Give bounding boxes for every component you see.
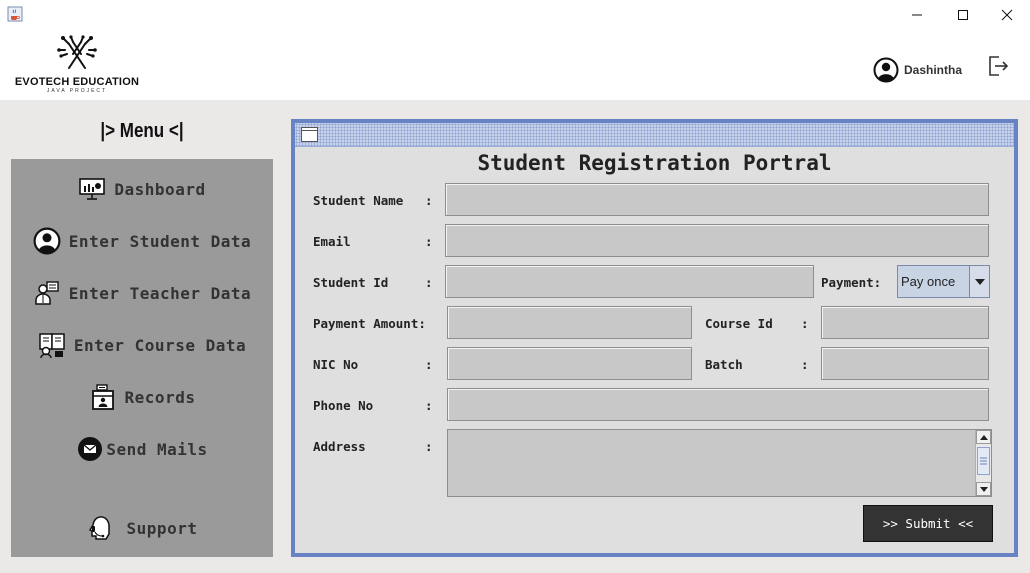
main-area: |> Menu <| Dashboard Enter Student Data … (0, 100, 1030, 573)
sidebar-item-label: Support (126, 518, 198, 538)
minimize-icon (912, 14, 922, 16)
course-id-field[interactable] (821, 306, 989, 339)
chevron-down-icon[interactable] (969, 266, 989, 297)
course-id-label: Course Id (705, 316, 773, 331)
colon-separator: : (425, 398, 433, 413)
portal-title: Student Registration Portral (477, 151, 832, 175)
batch-label: Batch (705, 357, 743, 372)
course-icon (38, 331, 66, 359)
address-scrollbar[interactable] (975, 430, 991, 496)
scrollbar-thumb[interactable] (977, 447, 990, 475)
sidebar-item-label: Send Mails (106, 439, 208, 459)
sidebar: Dashboard Enter Student Data Enter Teach… (11, 159, 273, 557)
user-name: Dashintha (904, 63, 963, 77)
sidebar-item-enter-course-data[interactable]: Enter Course Data (11, 328, 273, 362)
teacher-icon (33, 279, 61, 307)
submit-button[interactable]: >> Submit << (863, 505, 993, 542)
payment-label: Payment: (821, 275, 882, 290)
sidebar-item-enter-teacher-data[interactable]: Enter Teacher Data (11, 276, 273, 310)
menu-title: |> Menu <| (100, 120, 184, 142)
window-menu-icon[interactable] (301, 127, 318, 142)
student-name-field[interactable] (445, 183, 989, 216)
app-header: EVOTECH EDUCATION JAVA PROJECT Dashintha (0, 30, 1030, 100)
colon-separator: : (425, 275, 433, 290)
registration-window: Student Registration Portral Student Nam… (291, 119, 1018, 557)
address-label: Address (313, 439, 366, 454)
student-icon (33, 227, 61, 255)
nic-no-field[interactable] (447, 347, 692, 380)
sidebar-item-enter-student-data[interactable]: Enter Student Data (11, 224, 273, 258)
sidebar-item-label: Enter Student Data (68, 231, 252, 251)
payment-selected-value: Pay once (901, 274, 956, 289)
evotech-logo: EVOTECH EDUCATION JAVA PROJECT (14, 34, 140, 96)
window-title-bar (0, 0, 1030, 30)
payment-amount-field[interactable] (447, 306, 692, 339)
nic-no-label: NIC No (313, 357, 359, 372)
sidebar-item-support[interactable]: Support (11, 511, 273, 545)
minimize-button[interactable] (894, 0, 940, 30)
student-name-label: Student Name (313, 193, 404, 208)
student-id-field[interactable] (445, 265, 814, 298)
colon-separator: : (425, 193, 433, 208)
maximize-icon (958, 10, 968, 20)
colon-separator: : (425, 357, 433, 372)
colon-separator: : (801, 357, 809, 372)
sidebar-item-dashboard[interactable]: Dashboard (11, 172, 273, 206)
maximize-button[interactable] (940, 0, 986, 30)
logout-button[interactable] (986, 54, 1010, 78)
scroll-down-icon[interactable] (976, 482, 991, 496)
colon-separator: : (801, 316, 809, 331)
student-id-label: Student Id (313, 275, 389, 290)
colon-separator: : (425, 439, 433, 454)
close-icon (1001, 9, 1013, 21)
user-profile[interactable]: Dashintha (873, 57, 962, 83)
internal-frame-title-bar[interactable] (295, 123, 1014, 147)
sidebar-item-label: Enter Course Data (73, 335, 247, 355)
close-button[interactable] (984, 0, 1030, 30)
logo-title: EVOTECH EDUCATION (14, 76, 140, 88)
records-icon (89, 383, 117, 411)
registration-window-body: Student Registration Portral Student Nam… (295, 123, 1014, 553)
email-field[interactable] (445, 224, 989, 257)
circuit-logo-icon (57, 35, 97, 69)
sidebar-item-records[interactable]: Records (11, 380, 273, 414)
logout-icon (989, 56, 1009, 76)
colon-separator: : (425, 234, 433, 249)
sidebar-item-label: Records (124, 387, 196, 407)
sidebar-item-label: Enter Teacher Data (68, 283, 252, 303)
scroll-up-icon[interactable] (976, 430, 991, 444)
java-coffee-icon (7, 6, 23, 22)
user-avatar-icon (873, 57, 899, 83)
sidebar-item-label: Dashboard (114, 179, 206, 199)
email-label: Email (313, 234, 351, 249)
mail-icon (76, 435, 104, 463)
support-headset-icon (87, 514, 115, 542)
batch-field[interactable] (821, 347, 989, 380)
phone-no-field[interactable] (447, 388, 989, 421)
logo-subtitle: JAVA PROJECT (46, 88, 108, 94)
payment-amount-label: Payment Amount: (313, 316, 426, 331)
address-textarea[interactable] (447, 429, 992, 497)
phone-no-label: Phone No (313, 398, 374, 413)
dashboard-monitor-icon (78, 175, 106, 203)
payment-select[interactable]: Pay once (897, 265, 990, 298)
sidebar-item-send-mails[interactable]: Send Mails (11, 432, 273, 466)
